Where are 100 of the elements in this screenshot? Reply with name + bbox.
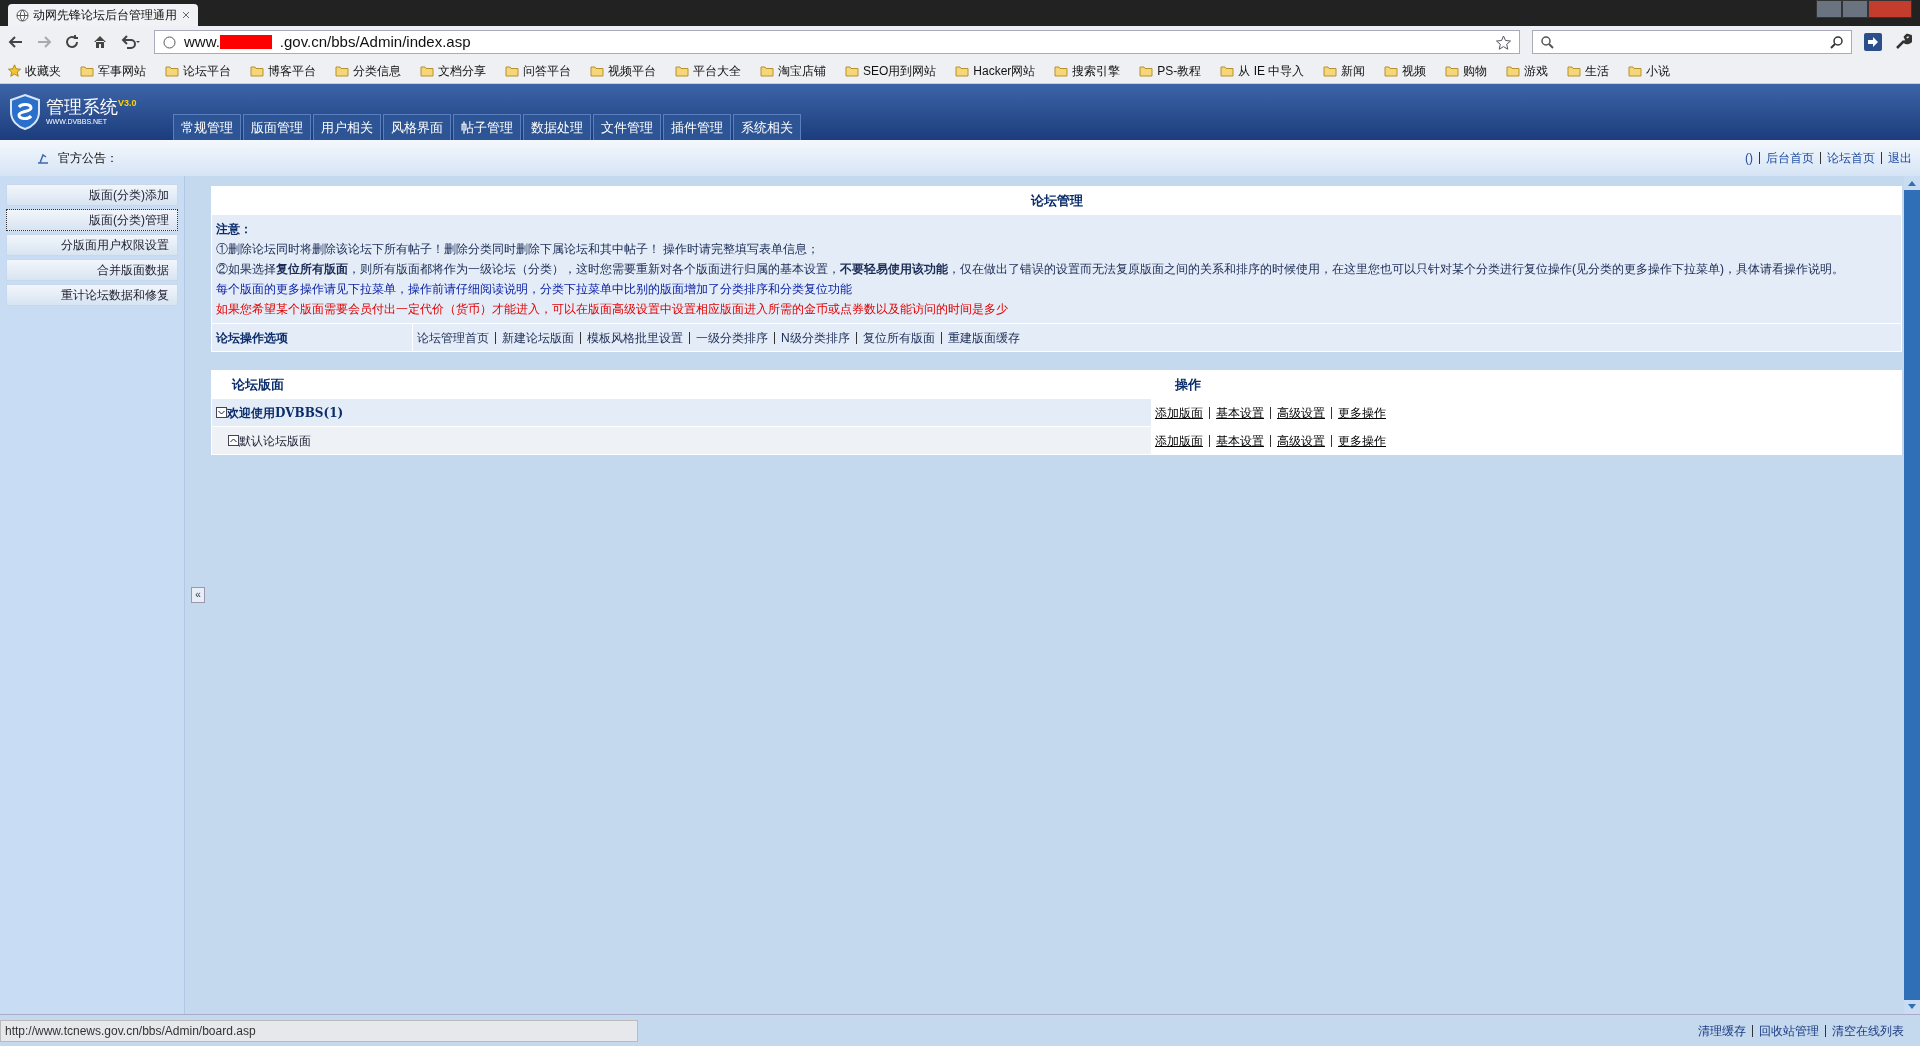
bookmark[interactable]: 文档分享: [420, 61, 486, 80]
bookmark[interactable]: PS-教程: [1139, 61, 1202, 80]
scroll-down-icon[interactable]: [1904, 1000, 1920, 1014]
bookmark[interactable]: 问答平台: [505, 61, 571, 80]
option-link[interactable]: 复位所有版面: [862, 328, 935, 347]
scroll-up-icon[interactable]: [1904, 176, 1920, 190]
action-link[interactable]: 基本设置: [1216, 403, 1264, 422]
nav-tab[interactable]: 系统相关: [732, 114, 801, 140]
sidebar-item[interactable]: 版面(分类)管理: [6, 209, 178, 231]
action-link[interactable]: 高级设置: [1277, 403, 1325, 422]
column-header: 论坛版面: [230, 375, 285, 394]
bookmark[interactable]: 军事网站: [80, 61, 146, 80]
option-link[interactable]: N级分类排序: [781, 328, 850, 347]
bookmark[interactable]: 平台大全: [675, 61, 741, 80]
close-icon[interactable]: [182, 11, 190, 19]
option-link[interactable]: 新建论坛版面: [502, 328, 574, 347]
option-link[interactable]: 重建版面缓存: [947, 328, 1020, 347]
search-icon: [1541, 35, 1554, 49]
sidebar-item[interactable]: 重计论坛数据和修复: [6, 284, 178, 306]
sidebar-item[interactable]: 分版面用户权限设置: [6, 234, 178, 256]
folder-icon: [250, 64, 264, 77]
bookmark[interactable]: SEO用到网站: [845, 61, 937, 80]
browser-tab[interactable]: 动网先锋论坛后台管理通用: [8, 4, 198, 26]
scrollbar[interactable]: [1904, 176, 1920, 1014]
bookmark[interactable]: 视频平台: [590, 61, 656, 80]
nav-tab[interactable]: 数据处理: [522, 114, 591, 140]
bookmark[interactable]: 论坛平台: [165, 61, 231, 80]
wrench-icon[interactable]: [1894, 33, 1912, 51]
bookmark[interactable]: 视频: [1384, 61, 1427, 80]
bookmark[interactable]: 小说: [1628, 61, 1671, 80]
header-link[interactable]: (): [1745, 149, 1753, 167]
search-field[interactable]: [1532, 30, 1852, 54]
star-icon[interactable]: [1496, 34, 1511, 50]
nav-tab[interactable]: 风格界面: [382, 114, 451, 140]
action-link[interactable]: 更多操作: [1338, 403, 1386, 422]
note-text: 如果您希望某个版面需要会员付出一定代价（货币）才能进入，可以在版面高级设置中设置相应版面进入所需的金币或点券数以及能访问的时间是多少: [216, 301, 1009, 318]
forum-name[interactable]: 默认论坛版面: [239, 431, 311, 450]
address-bar[interactable]: www. .gov.cn/bbs/Admin/index.asp: [154, 30, 1520, 54]
action-link[interactable]: 添加版面: [1155, 403, 1203, 422]
bookmark[interactable]: 分类信息: [335, 61, 401, 80]
sidebar-item[interactable]: 版面(分类)添加: [6, 184, 178, 206]
panel-title: 论坛管理: [212, 187, 1901, 215]
reload-icon[interactable]: [64, 34, 80, 50]
header-link[interactable]: 退出: [1888, 149, 1912, 167]
forum-name[interactable]: 欢迎使用DVBBS(1): [227, 403, 344, 422]
close-button[interactable]: [1868, 0, 1912, 18]
redaction-mark: [219, 35, 272, 49]
shield-logo-icon: [8, 93, 42, 131]
footer-link[interactable]: 清空在线列表: [1832, 1021, 1904, 1040]
collapse-icon[interactable]: [216, 407, 227, 418]
folder-icon: [760, 64, 774, 77]
header-link[interactable]: 论坛首页: [1827, 149, 1875, 167]
nav-tab[interactable]: 帖子管理: [452, 114, 521, 140]
bookmark[interactable]: 生活: [1567, 61, 1610, 80]
home-icon[interactable]: [92, 34, 108, 50]
url-text: www.: [184, 31, 220, 52]
action-link[interactable]: 高级设置: [1277, 431, 1325, 450]
nav-tab[interactable]: 版面管理: [242, 114, 311, 140]
folder-icon: [1139, 64, 1154, 77]
folder-icon: [845, 64, 859, 77]
note-text: 每个版面的更多操作请见下拉菜单，操作前请仔细阅读说明，分类下拉菜单中比别的版面增加了分类排序和分类复位功能: [216, 281, 853, 298]
maximize-button[interactable]: [1842, 0, 1868, 18]
bookmark[interactable]: 游戏: [1506, 61, 1549, 80]
bookmark[interactable]: 收藏夹: [8, 61, 61, 80]
bookmark[interactable]: 淘宝店铺: [760, 61, 826, 80]
action-link[interactable]: 添加版面: [1155, 431, 1203, 450]
bookmark[interactable]: 博客平台: [250, 61, 316, 80]
collapse-button[interactable]: «: [191, 587, 205, 603]
footer-link[interactable]: 回收站管理: [1759, 1021, 1819, 1040]
bookmark[interactable]: 新闻: [1323, 61, 1366, 80]
globe-icon: [16, 8, 29, 22]
option-link[interactable]: 论坛管理首页: [417, 328, 489, 347]
bookmark[interactable]: Hacker网站: [955, 61, 1036, 80]
option-link[interactable]: 模板风格批里设置: [587, 328, 683, 347]
status-url: http://www.tcnews.gov.cn/bbs/Admin/board.asp: [0, 1019, 638, 1042]
action-link[interactable]: 更多操作: [1338, 431, 1386, 450]
globe-icon: [163, 35, 176, 49]
folder-icon: [1506, 64, 1521, 77]
folder-icon: [1054, 64, 1069, 77]
folder-icon: [1220, 64, 1235, 77]
expand-icon[interactable]: [228, 435, 239, 446]
bookmark[interactable]: 搜索引擎: [1054, 61, 1121, 80]
undo-icon[interactable]: [120, 34, 142, 50]
notes-heading: 注意：: [216, 221, 253, 238]
bookmark[interactable]: 从 IE 中导入: [1220, 61, 1305, 80]
option-link[interactable]: 一级分类排序: [696, 328, 768, 347]
nav-tab[interactable]: 文件管理: [592, 114, 661, 140]
sidebar-item[interactable]: 合并版面数据: [6, 259, 178, 281]
nav-tab[interactable]: 常规管理: [172, 114, 241, 140]
search-icon[interactable]: [1830, 35, 1843, 49]
nav-tab[interactable]: 插件管理: [662, 114, 731, 140]
star-icon: [8, 64, 21, 77]
back-icon[interactable]: [8, 34, 24, 50]
header-link[interactable]: 后台首页: [1766, 149, 1814, 167]
folder-icon: [1567, 64, 1582, 77]
bookmark[interactable]: 购物: [1445, 61, 1488, 80]
footer-link[interactable]: 清理缓存: [1698, 1021, 1746, 1040]
action-link[interactable]: 基本设置: [1216, 431, 1264, 450]
nav-tab[interactable]: 用户相关: [312, 114, 381, 140]
minimize-button[interactable]: [1816, 0, 1842, 18]
